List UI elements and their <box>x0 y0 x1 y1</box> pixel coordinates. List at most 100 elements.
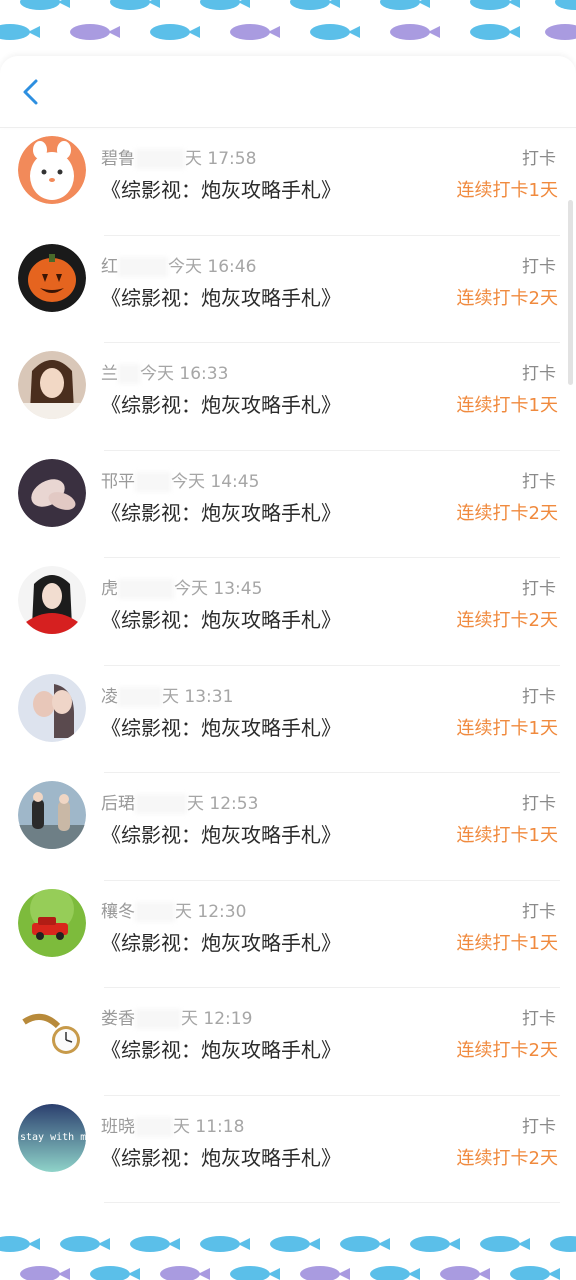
user-name: 班晓 天 11:18 <box>101 1112 245 1137</box>
user-name: 娄香 天 12:19 <box>101 1004 253 1029</box>
streak-badge: 连续打卡2天 <box>456 502 558 524</box>
user-name: 凌 天 13:31 <box>101 682 234 707</box>
user-name: 碧鲁 天 17:58 <box>101 144 257 169</box>
avatar[interactable] <box>18 458 86 527</box>
redacted-area <box>135 901 175 922</box>
list-item[interactable]: 红 今天 16:46 打卡 《综影视：炮灰攻略手札》 连续打卡2天 <box>0 236 576 343</box>
book-title[interactable]: 《综影视：炮灰攻略手札》 <box>101 604 341 632</box>
checkin-list: 碧鲁天 17:58 打卡 《综影视：炮灰攻略手札》 连续打卡1天 红今天 16:… <box>0 128 576 1222</box>
user-name-text: 虎 <box>101 579 118 599</box>
timestamp: 今天 14:45 <box>171 471 260 492</box>
action-label: 打卡 <box>522 1009 556 1029</box>
streak-badge: 连续打卡2天 <box>456 610 558 631</box>
timestamp: 今天 16:33 <box>140 364 229 384</box>
streak-badge: 连续打卡1天 <box>456 717 558 739</box>
timestamp: 天 12:53 <box>187 794 259 814</box>
streak-badge: 连续打卡1天 <box>456 932 558 954</box>
user-name: 虎 今天 13:45 <box>101 574 263 599</box>
book-title[interactable]: 《综影视：炮灰攻略手札》 <box>101 712 341 740</box>
streak-badge: 连续打卡2天 <box>456 287 558 309</box>
redacted-area <box>135 794 187 814</box>
avatar[interactable] <box>18 781 86 849</box>
avatar[interactable] <box>18 243 86 312</box>
chevron-left-icon <box>23 79 38 105</box>
action-label: 打卡 <box>522 256 556 277</box>
redacted-area <box>118 364 140 384</box>
timestamp: 天 17:58 <box>185 149 257 169</box>
list-item[interactable]: 碧鲁 天 17:58 打卡 《综影视：炮灰攻略手札》 连续打卡1天 <box>0 128 576 236</box>
list-item[interactable]: 邗平 今天 14:45 打卡 《综影视：炮灰攻略手札》 连续打卡2天 <box>0 451 576 558</box>
list-item[interactable]: 兰 今天 16:33 打卡 《综影视：炮灰攻略手札》 连续打卡1天 <box>0 343 576 451</box>
timestamp: 今天 16:46 <box>168 256 257 277</box>
list-item[interactable]: stay with m 班晓 天 11:18 打卡 《综影视：炮灰攻略手札》 连续… <box>0 1096 576 1203</box>
avatar[interactable] <box>18 888 86 957</box>
user-name-text: 邗平 <box>101 471 135 492</box>
book-title[interactable]: 《综影视：炮灰攻略手札》 <box>101 497 341 525</box>
redacted-area <box>135 471 171 492</box>
user-name: 穰冬 天 12:30 <box>101 897 247 922</box>
list-item[interactable]: 凌 天 13:31 打卡 《综影视：炮灰攻略手札》 连续打卡1天 <box>0 666 576 773</box>
list-item[interactable]: 娄香 天 12:19 打卡 《综影视：炮灰攻略手札》 连续打卡2天 <box>0 988 576 1096</box>
timestamp: 天 13:31 <box>162 686 234 707</box>
avatar[interactable]: stay with m <box>18 1103 86 1172</box>
timestamp: 天 12:19 <box>181 1009 253 1029</box>
user-name: 后珺 天 12:53 <box>101 789 259 814</box>
fish-row <box>0 0 576 16</box>
book-title[interactable]: 《综影视：炮灰攻略手札》 <box>101 174 341 202</box>
timestamp: 今天 13:45 <box>174 579 263 599</box>
redacted-area <box>135 1116 173 1137</box>
timestamp: 天 11:18 <box>173 1116 245 1137</box>
redacted-area <box>118 579 174 599</box>
user-name-text: 后珺 <box>101 794 135 814</box>
fish-row <box>0 1236 576 1258</box>
back-button[interactable] <box>16 76 48 108</box>
action-label: 打卡 <box>522 794 556 814</box>
avatar[interactable] <box>18 673 86 742</box>
avatar[interactable] <box>18 136 86 204</box>
decorative-fish-band-bottom <box>0 1222 576 1280</box>
scrollbar[interactable] <box>568 200 573 385</box>
user-name-text: 碧鲁 <box>101 149 135 169</box>
action-label: 打卡 <box>522 901 556 922</box>
streak-badge: 连续打卡2天 <box>456 1040 558 1061</box>
streak-badge: 连续打卡1天 <box>456 825 558 846</box>
user-name-text: 班晓 <box>101 1116 135 1137</box>
redacted-area <box>135 149 185 169</box>
list-item[interactable]: 后珺 天 12:53 打卡 《综影视：炮灰攻略手札》 连续打卡1天 <box>0 773 576 881</box>
user-name-text: 兰 <box>101 364 118 384</box>
book-title[interactable]: 《综影视：炮灰攻略手札》 <box>101 1034 341 1062</box>
action-label: 打卡 <box>522 364 556 384</box>
book-title[interactable]: 《综影视：炮灰攻略手札》 <box>101 819 341 847</box>
avatar[interactable] <box>18 996 86 1064</box>
redacted-area <box>135 1009 181 1029</box>
decorative-fish-band-top <box>0 0 576 60</box>
streak-badge: 连续打卡1天 <box>456 180 558 201</box>
action-label: 打卡 <box>522 149 556 169</box>
timestamp: 天 12:30 <box>175 901 247 922</box>
streak-badge: 连续打卡2天 <box>456 1147 558 1169</box>
user-name-text: 红 <box>101 256 118 277</box>
fish-row <box>0 24 576 46</box>
user-name: 红 今天 16:46 <box>101 252 257 277</box>
user-name-text: 凌 <box>101 686 118 707</box>
user-name: 邗平 今天 14:45 <box>101 467 260 492</box>
user-name-text: 娄香 <box>101 1009 135 1029</box>
action-label: 打卡 <box>522 1116 556 1137</box>
list-item[interactable]: 虎 今天 13:45 打卡 《综影视：炮灰攻略手札》 连续打卡2天 <box>0 558 576 666</box>
book-title[interactable]: 《综影视：炮灰攻略手札》 <box>101 389 341 417</box>
user-name: 兰 今天 16:33 <box>101 359 229 384</box>
redacted-area <box>118 686 162 707</box>
action-label: 打卡 <box>522 579 556 599</box>
book-title[interactable]: 《综影视：炮灰攻略手札》 <box>101 927 341 955</box>
fish-row <box>0 1266 576 1280</box>
book-title[interactable]: 《综影视：炮灰攻略手札》 <box>101 282 341 310</box>
list-item[interactable]: 穰冬 天 12:30 打卡 《综影视：炮灰攻略手札》 连续打卡1天 <box>0 881 576 988</box>
book-title[interactable]: 《综影视：炮灰攻略手札》 <box>101 1142 341 1170</box>
divider <box>104 1202 560 1203</box>
streak-badge: 连续打卡1天 <box>456 395 558 416</box>
top-bar <box>0 56 576 128</box>
avatar[interactable] <box>18 566 86 634</box>
avatar[interactable] <box>18 351 86 419</box>
redacted-area <box>118 256 168 277</box>
action-label: 打卡 <box>522 686 556 707</box>
